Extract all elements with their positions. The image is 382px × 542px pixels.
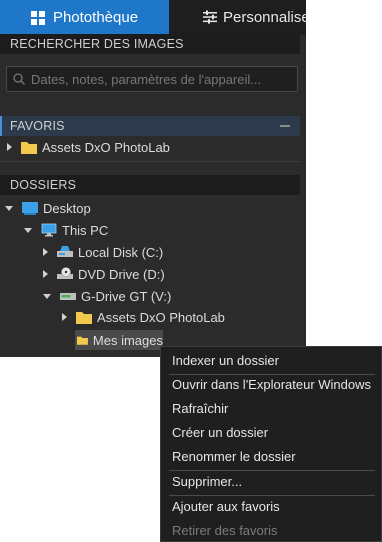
tree-item-label: This PC [62,222,109,238]
collapse-arrow-icon[interactable] [5,206,13,211]
sliders-icon [203,10,217,24]
folder-icon [77,336,88,345]
tree-item-this-pc[interactable]: This PC [24,220,108,240]
search-input[interactable] [31,69,293,89]
expand-arrow-icon[interactable] [7,143,12,151]
tree-item-dvd-drive[interactable]: DVD Drive (D:) [43,264,165,284]
search-field[interactable] [6,66,298,92]
tree-item-label: G-Drive GT (V:) [81,288,172,304]
tree-item-label: Desktop [43,200,91,216]
menu-item-renommer[interactable]: Renommer le dossier [172,446,296,468]
expand-arrow-icon[interactable] [43,248,48,256]
menu-item-supprimer[interactable]: Supprimer... [172,471,242,493]
menu-item-ouvrir-explorateur[interactable]: Ouvrir dans l'Explorateur Windows [172,374,371,396]
tab-phototheque[interactable]: Photothèque [0,0,169,35]
menu-item-rafraichir[interactable]: Rafraîchir [172,398,228,420]
menu-item-ajouter-favoris[interactable]: Ajouter aux favoris [172,496,280,518]
folders-section-header[interactable]: DOSSIERS [0,175,300,195]
expand-arrow-icon[interactable] [62,313,67,321]
search-section-header[interactable]: RECHERCHER DES IMAGES [0,34,300,54]
tab-bar: Photothèque Personnalise [0,0,306,35]
folder-icon [21,142,37,154]
section-title: DOSSIERS [10,178,77,192]
tree-item-label: Assets DxO PhotoLab [97,309,225,325]
collapse-arrow-icon[interactable] [24,228,32,233]
tree-item-label: Local Disk (C:) [78,244,164,260]
section-title: RECHERCHER DES IMAGES [10,37,184,51]
tree-item-local-disk[interactable]: Local Disk (C:) [43,242,163,262]
grid-icon [30,10,45,25]
favorites-section-header[interactable]: FAVORIS [0,116,300,136]
favorite-item[interactable]: Assets DxO PhotoLab [7,137,170,157]
dvd-drive-icon [57,267,73,279]
menu-item-retirer-favoris: Retirer des favoris [172,523,278,538]
collapse-icon[interactable] [280,125,290,127]
tree-item-g-drive[interactable]: G-Drive GT (V:) [43,286,171,306]
tree-item-assets[interactable]: Assets DxO PhotoLab [62,307,225,327]
folder-icon [76,312,92,324]
tab-label: Personnalise [223,9,306,26]
section-title: FAVORIS [10,119,65,133]
menu-item-indexer[interactable]: Indexer un dossier [172,350,279,372]
disk-icon [57,246,73,257]
library-panel: Photothèque Personnalise RECHERCHER DES … [0,0,306,357]
favorite-item-label: Assets DxO PhotoLab [42,139,170,155]
monitor-icon [41,223,57,237]
tree-item-label: Mes images [92,332,163,348]
expand-arrow-icon[interactable] [43,270,48,278]
desktop-icon [22,202,38,215]
tree-item-label: DVD Drive (D:) [78,266,165,282]
drive-icon [60,293,76,300]
tree-item-desktop[interactable]: Desktop [5,198,91,218]
menu-item-creer-dossier[interactable]: Créer un dossier [172,422,268,444]
tree-item-mes-images[interactable]: Mes images [75,330,163,350]
tab-label: Photothèque [52,9,139,26]
tab-personnaliser[interactable]: Personnalise [169,0,306,35]
context-menu: Indexer un dossier Ouvrir dans l'Explora… [160,346,382,542]
search-icon [13,73,25,85]
collapse-arrow-icon[interactable] [43,294,51,299]
divider [0,161,300,162]
